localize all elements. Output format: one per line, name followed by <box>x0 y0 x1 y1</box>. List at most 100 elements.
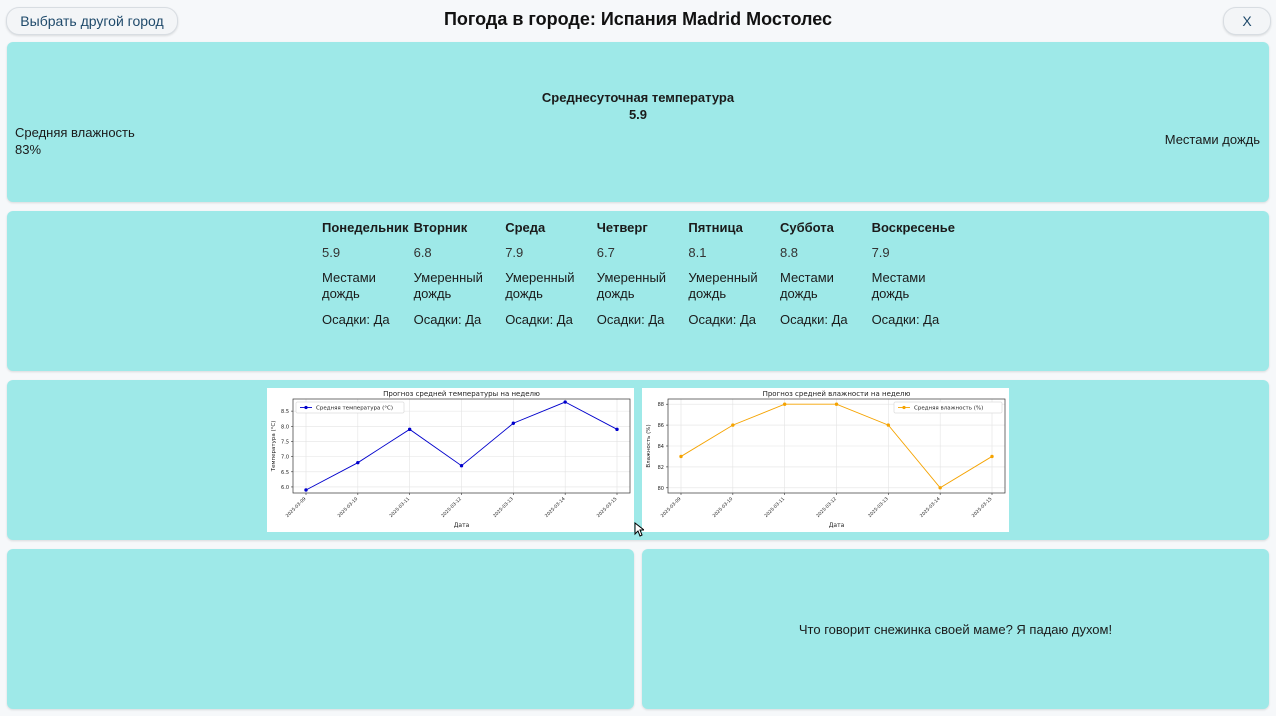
week-forecast: Понедельник 5.9 Местами дождь Осадки: Да… <box>322 220 963 328</box>
day-precip: Осадки: Да <box>505 312 573 327</box>
day-name: Среда <box>505 220 546 235</box>
x-tick-label: 2025-03-13 <box>492 496 515 519</box>
day-column: Пятница 8.1 Умеренный дождь Осадки: Да <box>688 220 780 328</box>
day-temp: 6.8 <box>413 245 432 260</box>
temperature-chart: Прогноз средней температуры на неделю 6.0… <box>271 390 631 529</box>
y-tick-label: 80 <box>658 486 664 492</box>
data-point <box>834 402 839 406</box>
legend-label: Средняя влажность (%) <box>914 406 983 412</box>
joke-panel: Что говорит снежинка своей маме? Я падаю… <box>642 549 1269 709</box>
day-column: Четверг 6.7 Умеренный дождь Осадки: Да <box>597 220 689 328</box>
day-condition: Умеренный дождь <box>596 270 667 301</box>
day-precip: Осадки: Да <box>688 312 757 327</box>
data-point <box>356 460 360 465</box>
joke-text: Что говорит снежинка своей маме? Я падаю… <box>798 622 1113 637</box>
close-button[interactable]: X <box>1223 7 1271 35</box>
day-condition: Умеренный дождь <box>413 270 483 301</box>
day-temp: 8.1 <box>688 245 707 260</box>
y-tick-label: 6.5 <box>281 470 289 476</box>
x-tick-label: 2025-03-09 <box>660 496 683 519</box>
data-point <box>782 402 787 406</box>
temperature-chart-image: Прогноз средней температуры на неделю 6.0… <box>267 388 634 532</box>
page-title: Погода в городе: Испания Madrid Мостолес <box>443 9 833 29</box>
humidity-label: Средняя влажность <box>15 125 135 140</box>
current-condition: Местами дождь <box>1164 132 1260 147</box>
day-temp: 5.9 <box>322 245 341 260</box>
data-point <box>731 423 735 427</box>
day-condition: Умеренный дождь <box>505 270 575 301</box>
y-tick-label: 6.0 <box>281 485 289 491</box>
day-condition: Местами дождь <box>322 270 376 301</box>
day-precip: Осадки: Да <box>413 312 482 327</box>
legend-label: Средняя температура (°C) <box>316 406 393 412</box>
x-tick-label: 2025-03-14 <box>919 496 942 519</box>
y-tick-label: 7.5 <box>281 439 289 445</box>
x-tick-label: 2025-03-10 <box>712 496 735 519</box>
y-tick-label: 84 <box>658 444 664 450</box>
humidity-block: Средняя влажность 83% <box>15 124 135 158</box>
empty-panel <box>7 549 634 709</box>
day-precip: Осадки: Да <box>779 312 848 327</box>
humidity-chart-image: Прогноз средней влажности на неделю 80 82 8… <box>642 388 1009 532</box>
data-point <box>407 427 412 432</box>
mouse-cursor-icon <box>634 522 644 537</box>
data-point <box>459 464 464 468</box>
chart-title: Прогноз средней влажности на неделю <box>763 390 911 398</box>
current-weather-panel: Среднесуточная температура 5.9 Средняя в… <box>7 42 1269 202</box>
x-tick-label: 2025-03-09 <box>285 496 308 519</box>
avg-temp-value: 5.9 <box>628 107 648 122</box>
data-point <box>886 423 891 427</box>
data-point <box>615 427 619 432</box>
day-name: Суббота <box>779 220 834 235</box>
day-precip: Осадки: Да <box>871 312 940 327</box>
day-column: Вторник 6.8 Умеренный дождь Осадки: Да <box>414 220 506 328</box>
x-tick-label: 2025-03-11 <box>388 496 411 519</box>
x-tick-label: 2025-03-11 <box>763 496 786 519</box>
y-tick-label: 8.5 <box>281 409 289 415</box>
avg-temp-block: Среднесуточная температура 5.9 <box>7 89 1269 123</box>
day-condition: Местами дождь <box>871 270 926 301</box>
data-point <box>511 421 516 425</box>
data-point <box>938 486 942 490</box>
day-temp: 6.7 <box>596 245 615 260</box>
data-point <box>990 454 994 459</box>
day-condition: Умеренный дождь <box>688 270 758 301</box>
day-precip: Осадки: Да <box>322 312 390 327</box>
day-precip: Осадки: Да <box>596 312 665 327</box>
day-name: Понедельник <box>322 220 409 235</box>
day-name: Вторник <box>413 220 468 235</box>
day-condition: Местами дождь <box>779 270 834 301</box>
x-tick-label: 2025-03-12 <box>815 496 838 519</box>
x-tick-label: 2025-03-14 <box>544 496 567 519</box>
y-tick-label: 82 <box>658 465 664 471</box>
legend-marker <box>304 405 308 410</box>
x-tick-label: 2025-03-15 <box>971 496 994 519</box>
day-name: Пятница <box>688 220 743 235</box>
data-point <box>304 488 308 492</box>
data-point <box>563 400 567 404</box>
day-temp: 7.9 <box>505 245 524 260</box>
day-name: Воскресенье <box>871 220 955 235</box>
chart-title: Прогноз средней температуры на неделю <box>383 390 540 398</box>
day-column: Понедельник 5.9 Местами дождь Осадки: Да <box>322 220 414 328</box>
y-axis-label: Влажность (%) <box>646 424 652 467</box>
x-tick-label: 2025-03-12 <box>440 496 463 519</box>
day-temp: 7.9 <box>871 245 890 260</box>
day-column: Воскресенье 7.9 Местами дождь Осадки: Да <box>872 220 964 328</box>
day-name: Четверг <box>596 220 648 235</box>
avg-temp-label: Среднесуточная температура <box>541 90 735 105</box>
x-tick-label: 2025-03-15 <box>596 496 619 519</box>
data-point <box>679 454 683 459</box>
day-column: Суббота 8.8 Местами дождь Осадки: Да <box>780 220 872 328</box>
y-tick-label: 86 <box>658 423 664 429</box>
day-temp: 8.8 <box>779 245 799 260</box>
x-tick-label: 2025-03-10 <box>337 496 360 519</box>
charts-panel: Прогноз средней температуры на неделю 6.0… <box>7 380 1269 540</box>
x-tick-label: 2025-03-13 <box>867 496 890 519</box>
humidity-value: 83% <box>15 142 42 157</box>
humidity-chart: Прогноз средней влажности на неделю 80 82 8… <box>646 390 1006 529</box>
y-tick-label: 88 <box>658 402 664 408</box>
x-axis-label: Дата <box>829 522 845 529</box>
day-column: Среда 7.9 Умеренный дождь Осадки: Да <box>505 220 597 328</box>
y-tick-label: 7.0 <box>281 455 289 461</box>
